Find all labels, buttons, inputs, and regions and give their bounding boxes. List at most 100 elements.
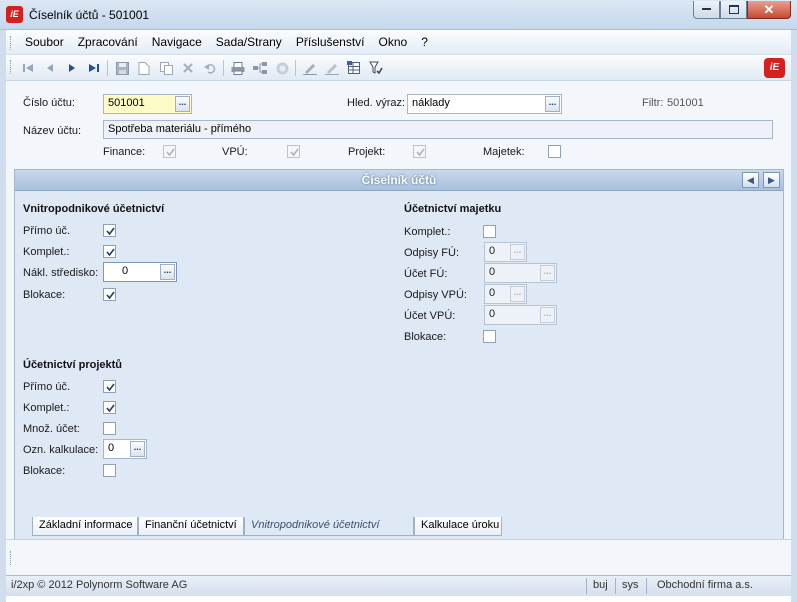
toolbar: iE bbox=[6, 55, 791, 81]
menu-item-4[interactable]: Příslušenství bbox=[289, 35, 372, 49]
quantity-account-checkbox[interactable] bbox=[103, 422, 116, 435]
depreciation-fu-value[interactable]: 0 bbox=[489, 245, 495, 257]
account-panel: Číselník účtů ◀ ▶ Vnitropodnikové účetni… bbox=[14, 169, 784, 552]
filter-icon[interactable] bbox=[368, 60, 384, 76]
status-copyright: i/2xp © 2012 Polynorm Software AG bbox=[11, 579, 188, 591]
project-checkbox[interactable] bbox=[413, 145, 426, 158]
depreciation-fu-field[interactable]: 0 ... bbox=[484, 242, 527, 262]
account-fu-field[interactable]: 0 ... bbox=[484, 263, 557, 283]
account-vpu-lookup-button[interactable]: ... bbox=[540, 307, 555, 323]
save-icon[interactable] bbox=[114, 60, 130, 76]
menu-item-3[interactable]: Sada/Strany bbox=[209, 35, 289, 49]
cost-center-lookup-button[interactable]: ... bbox=[160, 264, 175, 280]
menu-grip[interactable] bbox=[10, 36, 12, 50]
new-icon[interactable] bbox=[136, 60, 152, 76]
account-vpu-value[interactable]: 0 bbox=[489, 308, 495, 320]
internal-blokace-label: Blokace: bbox=[23, 289, 66, 301]
panel-title: Číselník účtů bbox=[15, 170, 783, 191]
account-name-value[interactable]: Spotřeba materiálu - přímého bbox=[108, 123, 251, 135]
account-number-field[interactable]: 501001 ... bbox=[103, 94, 192, 114]
tree-icon[interactable] bbox=[252, 60, 268, 76]
cost-center-field[interactable]: 0 ... bbox=[103, 262, 177, 282]
projects-section-title: Účetnictví projektů bbox=[23, 359, 123, 371]
tab-internal-accounting[interactable]: Vnitropodnikové účetnictví bbox=[244, 517, 414, 536]
finance-checkbox[interactable] bbox=[163, 145, 176, 158]
maximize-icon bbox=[728, 5, 739, 14]
assets-komplet-checkbox[interactable] bbox=[483, 225, 496, 238]
account-fu-value[interactable]: 0 bbox=[489, 266, 495, 278]
projects-komplet-checkbox[interactable] bbox=[103, 401, 116, 414]
projects-blokace-checkbox[interactable] bbox=[103, 464, 116, 477]
calculation-field[interactable]: 0 ... bbox=[103, 439, 147, 459]
status-separator bbox=[615, 578, 616, 594]
account-fu-lookup-button[interactable]: ... bbox=[540, 265, 555, 281]
last-record-icon[interactable] bbox=[86, 60, 102, 76]
vpu-checkbox[interactable] bbox=[287, 145, 300, 158]
status-separator bbox=[646, 578, 647, 594]
account-number-value[interactable]: 501001 bbox=[108, 97, 145, 109]
window-frame-right bbox=[791, 30, 797, 602]
table-icon[interactable] bbox=[346, 60, 362, 76]
edit-alt-icon[interactable] bbox=[324, 60, 340, 76]
projects-primo-checkbox[interactable] bbox=[103, 380, 116, 393]
cost-center-label: Nákl. středisko: bbox=[23, 267, 99, 279]
maximize-button[interactable] bbox=[720, 1, 747, 19]
refresh-icon[interactable] bbox=[274, 60, 290, 76]
internal-primo-checkbox[interactable] bbox=[103, 224, 116, 237]
menu-item-2[interactable]: Navigace bbox=[145, 35, 209, 49]
assets-label: Majetek: bbox=[483, 146, 525, 158]
edit-icon[interactable] bbox=[302, 60, 318, 76]
depreciation-vpu-lookup-button[interactable]: ... bbox=[510, 286, 525, 302]
filter-value: 501001 bbox=[667, 97, 704, 109]
menu-item-6[interactable]: ? bbox=[414, 35, 435, 49]
print-icon[interactable] bbox=[230, 60, 246, 76]
depreciation-fu-lookup-button[interactable]: ... bbox=[510, 244, 525, 260]
assets-blokace-checkbox[interactable] bbox=[483, 330, 496, 343]
close-button[interactable]: ✕ bbox=[747, 1, 791, 19]
client-area: Soubor Zpracování Navigace Sada/Strany Přísl… bbox=[6, 30, 791, 596]
internal-blokace-checkbox[interactable] bbox=[103, 288, 116, 301]
tab-financial-accounting[interactable]: Finanční účetnictví bbox=[138, 517, 244, 536]
project-label: Projekt: bbox=[348, 146, 386, 158]
internal-komplet-checkbox[interactable] bbox=[103, 245, 116, 258]
toolbar-separator bbox=[295, 60, 296, 76]
depreciation-fu-label: Odpisy FÚ: bbox=[404, 247, 460, 259]
depreciation-vpu-value[interactable]: 0 bbox=[489, 287, 495, 299]
menu-item-0[interactable]: Soubor bbox=[18, 35, 71, 49]
cost-center-value[interactable]: 0 bbox=[122, 265, 128, 277]
filter-label: Filtr: bbox=[642, 97, 664, 109]
assets-section-title: Účetnictví majetku bbox=[404, 203, 502, 215]
account-name-field[interactable]: Spotřeba materiálu - přímého bbox=[103, 120, 773, 139]
minimize-button[interactable] bbox=[693, 1, 720, 19]
prev-record-icon[interactable] bbox=[42, 60, 58, 76]
search-lookup-button[interactable]: ... bbox=[545, 96, 560, 112]
tab-basic-info[interactable]: Základní informace bbox=[32, 517, 138, 536]
calculation-lookup-button[interactable]: ... bbox=[130, 441, 145, 457]
lower-toolbar-grip[interactable] bbox=[10, 551, 12, 565]
finance-label: Finance: bbox=[103, 146, 146, 158]
status-bar: i/2xp © 2012 Polynorm Software AG buj sy… bbox=[6, 575, 791, 596]
calculation-value[interactable]: 0 bbox=[108, 442, 114, 454]
assets-checkbox[interactable] bbox=[548, 145, 561, 158]
title-bar: iE Číselník účtů - 501001 ✕ bbox=[0, 0, 797, 30]
first-record-icon[interactable] bbox=[20, 60, 36, 76]
projects-blokace-label: Blokace: bbox=[23, 465, 66, 477]
search-input[interactable]: náklady ... bbox=[407, 94, 562, 114]
delete-icon[interactable] bbox=[180, 60, 196, 76]
toolbar-grip[interactable] bbox=[10, 60, 12, 74]
panel-prev-button[interactable]: ◀ bbox=[742, 172, 759, 188]
account-vpu-field[interactable]: 0 ... bbox=[484, 305, 557, 325]
menu-item-5[interactable]: Okno bbox=[372, 35, 415, 49]
copy-icon[interactable] bbox=[158, 60, 174, 76]
depreciation-vpu-field[interactable]: 0 ... bbox=[484, 284, 527, 304]
internal-section-title: Vnitropodnikové účetnictví bbox=[23, 203, 165, 215]
next-record-icon[interactable] bbox=[64, 60, 80, 76]
undo-icon[interactable] bbox=[202, 60, 218, 76]
menu-item-1[interactable]: Zpracování bbox=[71, 35, 145, 49]
tab-interest-calculation[interactable]: Kalkulace úroku bbox=[414, 517, 502, 536]
search-value[interactable]: náklady bbox=[412, 97, 450, 109]
panel-next-button[interactable]: ▶ bbox=[763, 172, 780, 188]
account-name-label: Název účtu: bbox=[23, 125, 82, 137]
depreciation-vpu-label: Odpisy VPÚ: bbox=[404, 289, 467, 301]
account-lookup-button[interactable]: ... bbox=[175, 96, 190, 112]
